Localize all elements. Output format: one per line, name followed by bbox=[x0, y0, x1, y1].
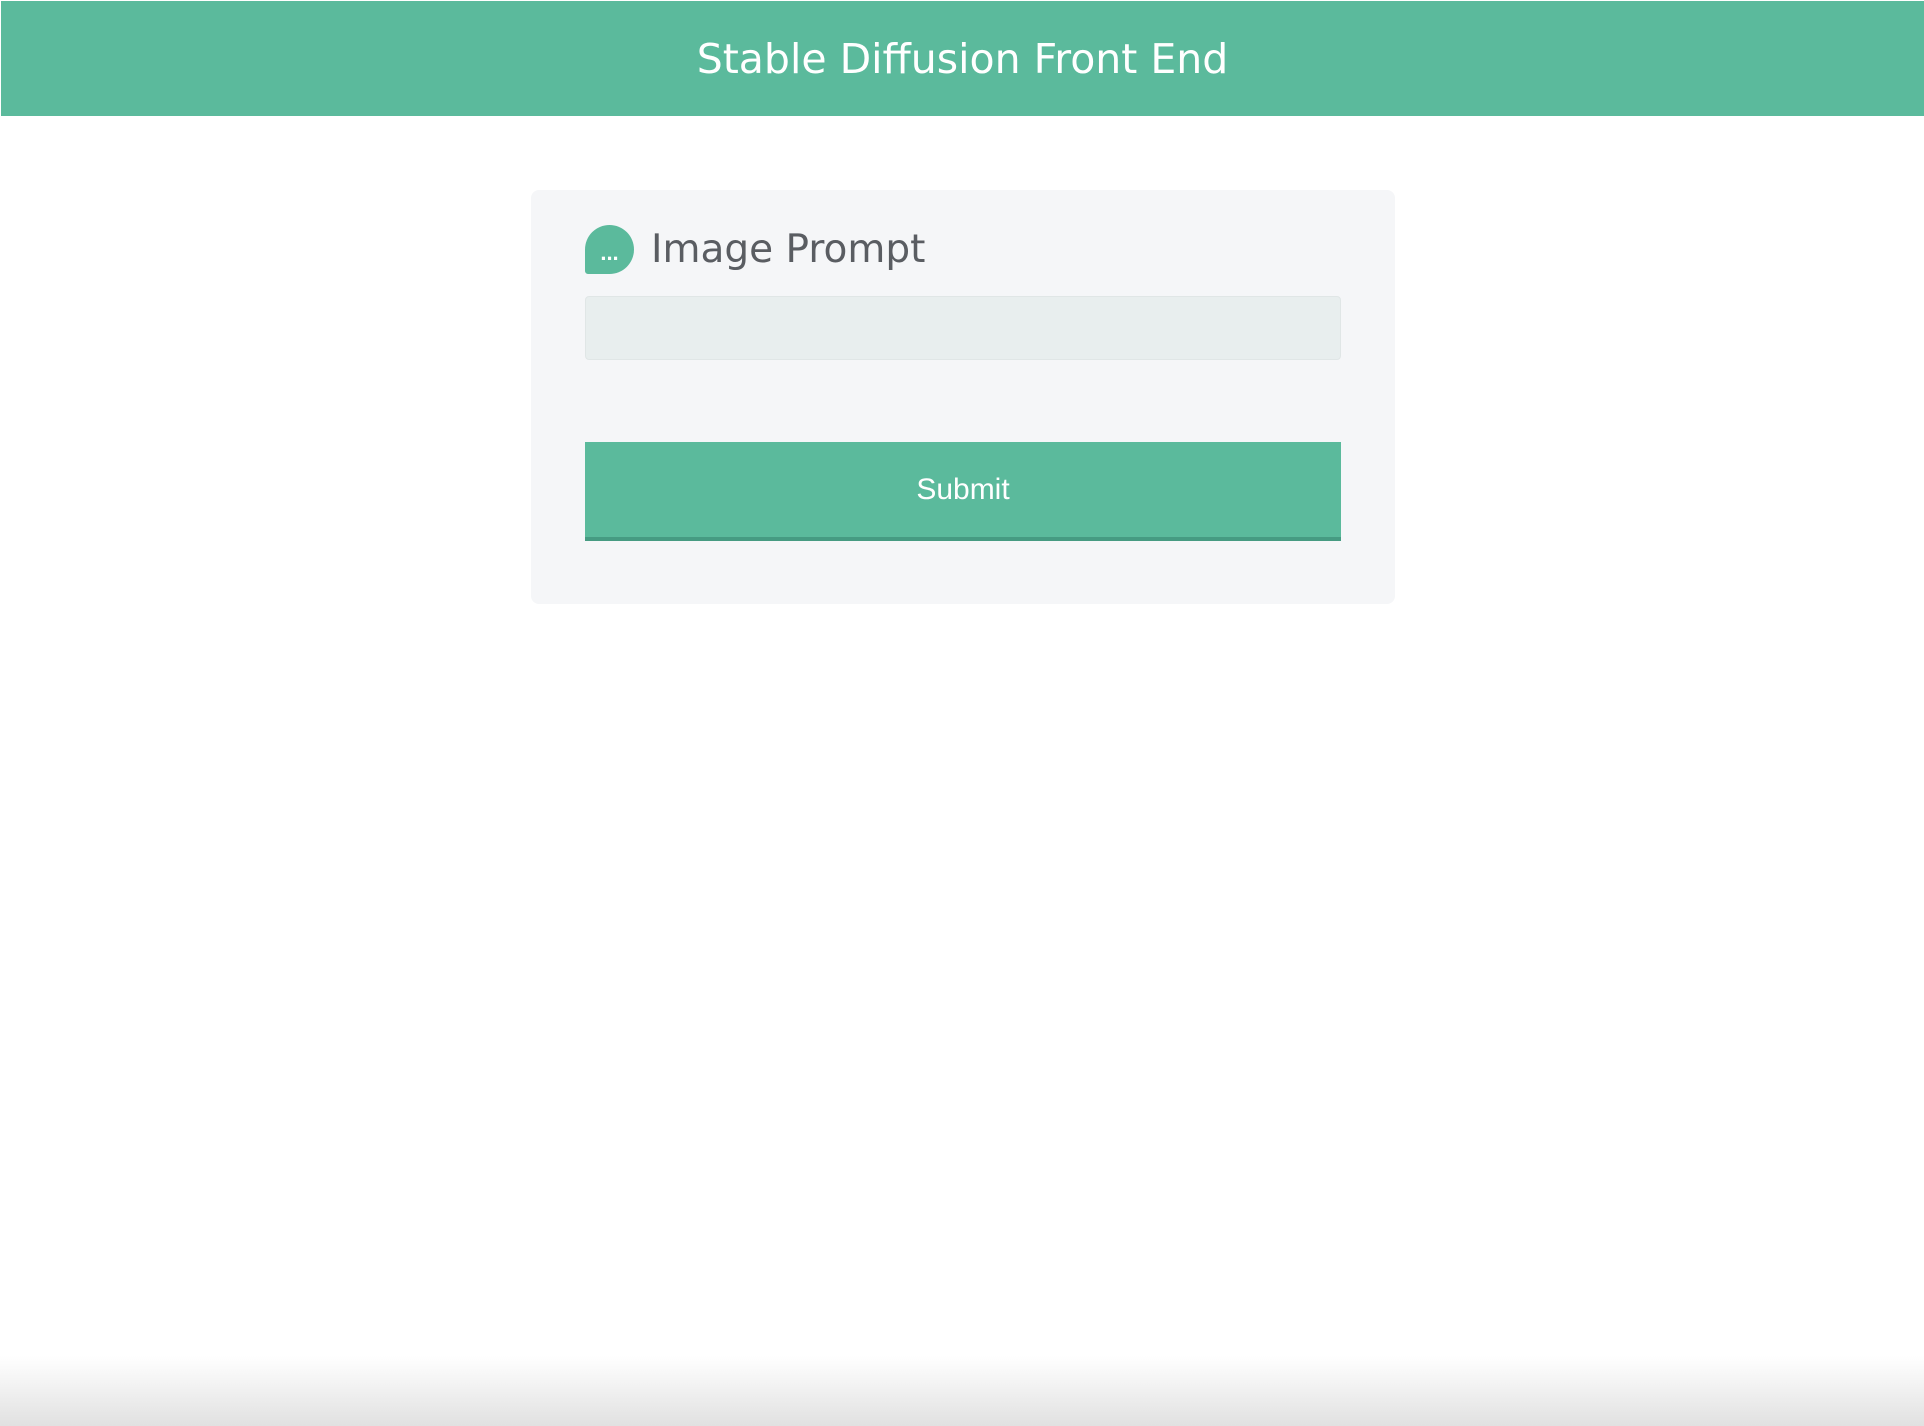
app-title: Stable Diffusion Front End bbox=[696, 34, 1229, 83]
chat-bubble-icon: ... bbox=[585, 224, 634, 274]
prompt-card: ... Image Prompt Submit bbox=[531, 190, 1395, 604]
app-header: Stable Diffusion Front End bbox=[1, 1, 1924, 116]
prompt-label: Image Prompt bbox=[651, 226, 926, 272]
bottom-edge-shadow bbox=[0, 1356, 1924, 1426]
image-prompt-input[interactable] bbox=[585, 296, 1341, 360]
prompt-header: ... Image Prompt bbox=[585, 224, 925, 274]
submit-button[interactable]: Submit bbox=[585, 442, 1341, 541]
